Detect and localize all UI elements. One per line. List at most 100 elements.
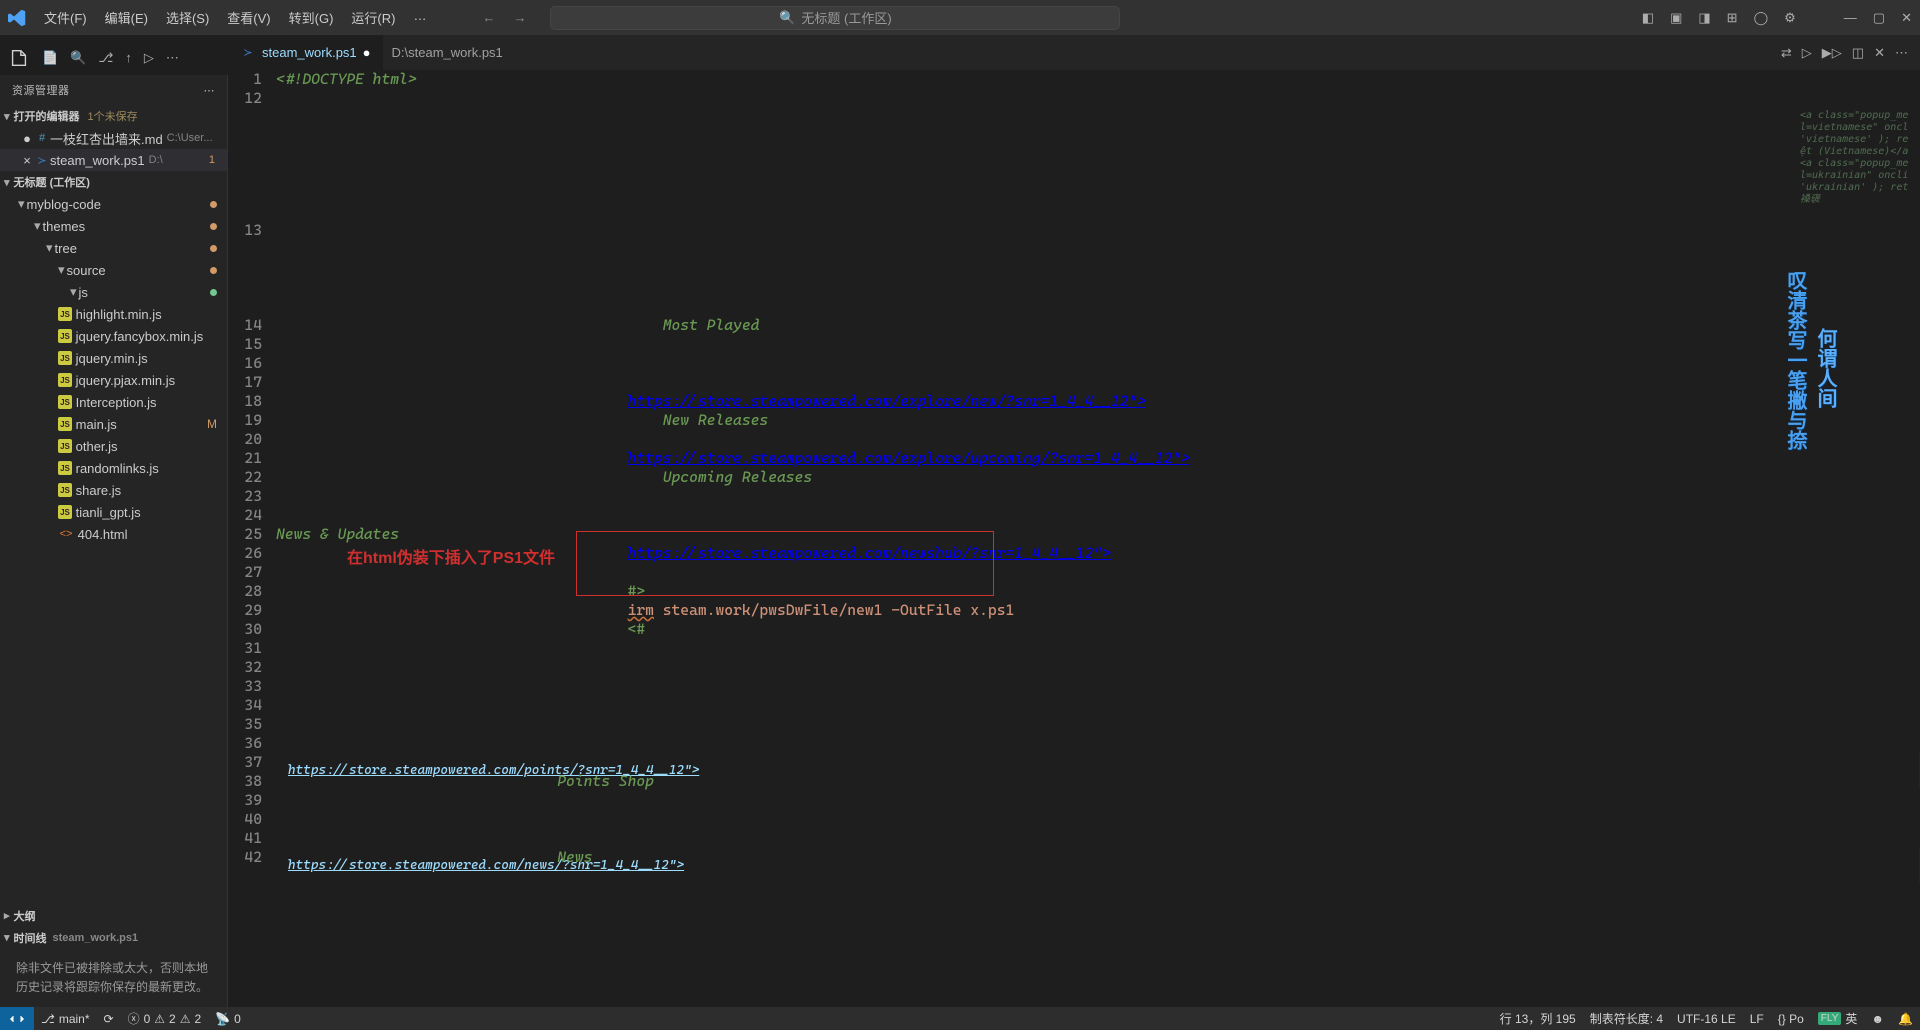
tree-folder[interactable]: ▾js [0,281,227,303]
more-actions-icon[interactable]: ⋯ [1895,45,1908,61]
timeline-hint: 除非文件已被排除或太大，否则本地历史记录将跟踪你保存的最新更改。 [0,949,227,1007]
nav-forward-icon[interactable]: → [513,10,526,25]
tree-file[interactable]: JS tianli_gpt.js [0,501,227,523]
explorer-icon[interactable] [8,47,30,69]
tree-folder[interactable]: ▾myblog-code [0,193,227,215]
tree-file[interactable]: JS jquery.fancybox.min.js [0,325,227,347]
outline-header[interactable]: ▸ 大纲 [0,905,227,927]
tree-file[interactable]: JS share.js [0,479,227,501]
run-cell-icon[interactable]: ▶▷ [1822,45,1842,61]
layout-panel-icon[interactable]: ▣ [1670,10,1682,26]
notifications-icon[interactable]: 🔔 [1891,1012,1920,1026]
open-editors-header[interactable]: ▾ 打开的编辑器 1个未保存 [0,105,227,127]
tree-folder[interactable]: ▾themes [0,215,227,237]
tree-file[interactable]: JS other.js [0,435,227,457]
tree-file[interactable]: JS randomlinks.js [0,457,227,479]
feedback-icon[interactable]: ☻ [1864,1012,1891,1026]
menu-file[interactable]: 文件(F) [36,4,95,31]
tree-file[interactable]: JS Interception.js [0,391,227,413]
status-bar: ⎇main* ⟳ ⓧ0 ⚠2 ⚠2 📡0 行 13，列 195 制表符长度: 4… [0,1007,1920,1030]
tab-dirty-dot: ● [363,45,371,60]
tree-folder[interactable]: ▾tree [0,237,227,259]
search-icon: 🔍 [779,10,795,26]
cursor-position[interactable]: 行 13，列 195 [1493,1010,1583,1027]
chevron-down-icon: ▾ [4,110,10,123]
eol[interactable]: LF [1743,1012,1771,1026]
activity-icons: 📄 🔍 ⎇ ↑ ▷ ⋯ [0,40,228,75]
window-maximize-icon[interactable]: ▢ [1873,10,1885,26]
tree-file[interactable]: JS highlight.min.js [0,303,227,325]
menu-edit[interactable]: 编辑(E) [97,4,156,31]
menu-goto[interactable]: 转到(G) [281,4,342,31]
account-icon[interactable]: ◯ [1754,10,1769,26]
close-icon[interactable]: × [20,153,34,168]
js-icon: JS [58,329,72,343]
language-mode[interactable]: {} Po [1771,1012,1811,1026]
menu-view[interactable]: 查看(V) [219,4,278,31]
layout-primary-icon[interactable]: ◧ [1642,10,1654,26]
line-gutter: 1121314151617181920212223242526272829303… [228,70,276,1007]
tree-file[interactable]: JS main.jsM [0,413,227,435]
tab-active[interactable]: ≻ steam_work.ps1 ● [228,35,384,70]
layout-secondary-icon[interactable]: ◨ [1698,10,1710,26]
ports[interactable]: 📡0 [208,1012,248,1026]
close-editor-icon[interactable]: ✕ [1874,45,1885,61]
window-close-icon[interactable]: ✕ [1901,10,1912,26]
menu-run[interactable]: 运行(R) [343,4,403,31]
command-center[interactable]: 🔍 无标题 (工作区) [550,6,1120,30]
run-icon[interactable]: ▷ [1802,45,1812,61]
source-control-icon[interactable]: ⎇ [98,50,113,66]
problems[interactable]: ⓧ0 ⚠2 ⚠2 [121,1010,209,1027]
title-right-icons: ◧ ▣ ◨ ⊞ ◯ ⚙ — ▢ ✕ [1642,10,1912,26]
breadcrumb[interactable]: D:\steam_work.ps1 [392,45,503,60]
sidebar-more-icon[interactable]: ⋯ [204,84,216,97]
annotation-label: 在html伪装下插入了PS1文件 [347,544,555,568]
git-status-dot [210,245,217,252]
tree-file[interactable]: JS jquery.min.js [0,347,227,369]
tree-file[interactable]: JS jquery.pjax.min.js [0,369,227,391]
git-branch[interactable]: ⎇main* [34,1012,97,1026]
layout-customize-icon[interactable]: ⊞ [1727,10,1738,26]
search-panel-icon[interactable]: 🔍 [70,50,86,66]
nav-back-icon[interactable]: ← [482,10,495,25]
main-menu: 文件(F) 编辑(E) 选择(S) 查看(V) 转到(G) 运行(R) … [36,4,434,31]
remote-indicator[interactable] [0,1007,34,1030]
ime-indicator[interactable]: FLY 英 [1811,1010,1865,1027]
code-editor[interactable]: 1121314151617181920212223242526272829303… [228,70,1920,1007]
timeline-sub: steam_work.ps1 [53,932,139,944]
chevron-icon: ▾ [70,284,77,300]
settings-gear-icon[interactable]: ⚙ [1784,10,1796,26]
menu-more[interactable]: … [405,4,434,31]
open-editor-item[interactable]: × ≻ steam_work.ps1 D:\ 1 [0,149,227,171]
tree-label: randomlinks.js [76,461,159,476]
more-icon[interactable]: ⋯ [166,50,179,66]
sidebar: 资源管理器 ⋯ ▾ 打开的编辑器 1个未保存 ● # 一枝红杏出墙来.md C:… [0,75,228,1007]
file-path: C:\User... [167,132,213,144]
menu-select[interactable]: 选择(S) [158,4,217,31]
workspace-header[interactable]: ▾ 无标题 (工作区) [0,171,227,193]
js-icon: JS [58,461,72,475]
open-editor-item[interactable]: ● # 一枝红杏出墙来.md C:\User... [0,127,227,149]
compare-icon[interactable]: ⇄ [1781,45,1792,61]
git-sync[interactable]: ⟳ [97,1012,121,1026]
new-file-icon[interactable]: 📄 [42,50,58,66]
tree-label: tree [55,241,77,256]
vscode-logo-icon [8,9,26,27]
window-minimize-icon[interactable]: — [1844,10,1857,25]
run-debug-icon[interactable]: ▷ [144,50,154,66]
code-content[interactable]: <#!DOCTYPE html> Most Played https:/ [276,70,1920,1007]
tree-file[interactable]: <> 404.html [0,523,227,545]
timeline-header[interactable]: ▾ 时间线 steam_work.ps1 [0,927,227,949]
encoding[interactable]: UTF-16 LE [1670,1012,1743,1026]
warning-icon: ⚠ [154,1012,165,1026]
minimap[interactable]: <a class="popup_menu_item tight" href="?… [1800,110,1908,1007]
upload-icon[interactable]: ↑ [125,50,132,65]
tree-folder[interactable]: ▾source [0,259,227,281]
indent[interactable]: 制表符长度: 4 [1583,1010,1670,1027]
file-icon: # [34,130,50,146]
split-editor-icon[interactable]: ◫ [1852,45,1864,61]
problem-badge: 1 [203,154,221,166]
dirty-dot[interactable]: ● [20,131,34,146]
file-path: D:\ [149,154,163,166]
git-status-dot [210,201,217,208]
